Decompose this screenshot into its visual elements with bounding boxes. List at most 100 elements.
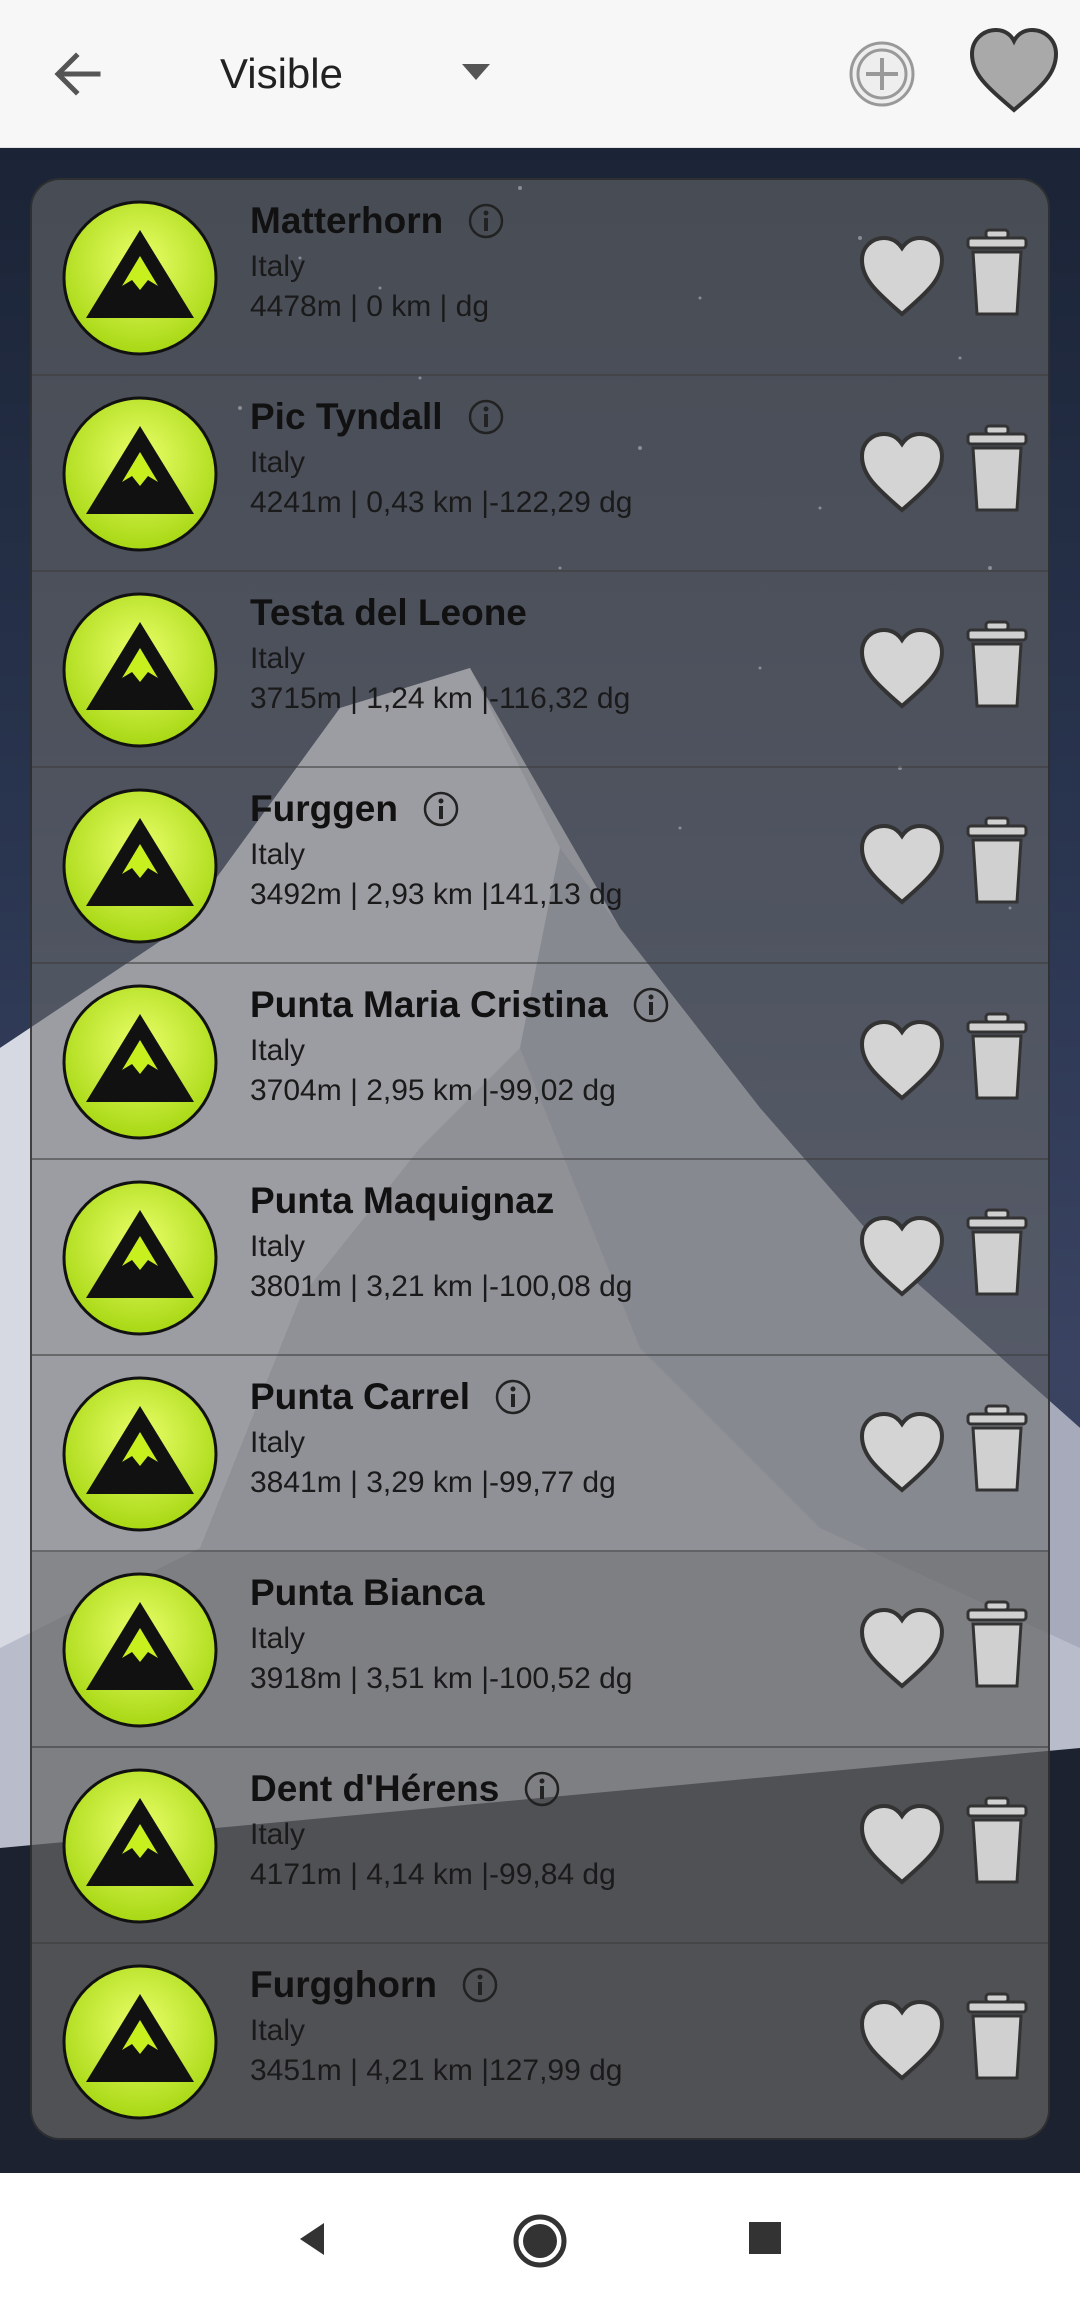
system-navigation-bar bbox=[0, 2173, 1080, 2304]
peak-name: Testa del Leone bbox=[250, 592, 527, 633]
peak-name-line: Pic Tyndall bbox=[250, 392, 505, 442]
info-icon[interactable] bbox=[523, 1770, 561, 1808]
peak-country: Italy bbox=[250, 1818, 306, 1851]
info-icon[interactable] bbox=[632, 986, 670, 1024]
peak-list-item[interactable]: Testa del Leone Italy 3715m | 1,24 km |-11… bbox=[32, 572, 1048, 768]
favorite-heart-icon[interactable] bbox=[856, 1016, 948, 1108]
peak-name-line: Punta Maria Cristina bbox=[250, 980, 670, 1030]
mountain-peak-icon bbox=[60, 590, 220, 750]
mountain-peak-icon bbox=[60, 1178, 220, 1338]
peak-name: Matterhorn bbox=[250, 200, 444, 241]
peak-name: Dent d'Hérens bbox=[250, 1768, 500, 1809]
info-icon[interactable] bbox=[467, 202, 505, 240]
peak-country: Italy bbox=[250, 446, 306, 479]
peak-name-line: Furggen bbox=[250, 784, 460, 834]
peak-name: Pic Tyndall bbox=[250, 396, 443, 437]
favorite-heart-icon[interactable] bbox=[856, 1408, 948, 1500]
favorite-heart-icon[interactable] bbox=[856, 624, 948, 716]
peak-list-item[interactable]: Punta Maria Cristina Italy 3704m | 2,95 km… bbox=[32, 964, 1048, 1160]
peak-details: 3492m | 2,93 km |141,13 dg bbox=[250, 878, 623, 911]
peak-details: 4478m | 0 km | dg bbox=[250, 290, 490, 323]
peak-name: Punta Carrel bbox=[250, 1376, 471, 1417]
favorite-heart-icon[interactable] bbox=[856, 232, 948, 324]
favorite-heart-icon[interactable] bbox=[856, 820, 948, 912]
mountain-peak-icon bbox=[60, 198, 220, 358]
peak-name-line: Furgghorn bbox=[250, 1960, 499, 2010]
peak-name: Punta Bianca bbox=[250, 1572, 485, 1613]
peak-list-item[interactable]: Punta Carrel Italy 3841m | 3,29 km |-99,77… bbox=[32, 1356, 1048, 1552]
favorite-heart-icon[interactable] bbox=[856, 1604, 948, 1696]
peak-name: Furggen bbox=[250, 788, 398, 829]
peak-country: Italy bbox=[250, 1230, 306, 1263]
favorite-heart-icon[interactable] bbox=[856, 1212, 948, 1304]
peak-list-item[interactable]: Matterhorn Italy 4478m | 0 km | dg bbox=[32, 180, 1048, 376]
mountain-peak-icon bbox=[60, 786, 220, 946]
favorite-heart-icon[interactable] bbox=[856, 428, 948, 520]
trash-icon[interactable] bbox=[964, 228, 1030, 318]
peak-country: Italy bbox=[250, 1034, 306, 1067]
top-app-bar: Visible bbox=[0, 0, 1080, 148]
peak-country: Italy bbox=[250, 2014, 306, 2047]
trash-icon[interactable] bbox=[964, 1600, 1030, 1690]
peak-name-line: Punta Bianca bbox=[250, 1568, 484, 1618]
peak-name: Furgghorn bbox=[250, 1964, 438, 2005]
peak-name-line: Punta Carrel bbox=[250, 1372, 532, 1422]
peak-details: 3715m | 1,24 km |-116,32 dg bbox=[250, 682, 631, 715]
trash-icon[interactable] bbox=[964, 816, 1030, 906]
peak-country: Italy bbox=[250, 250, 306, 283]
plus-circle-icon bbox=[849, 41, 915, 107]
peak-list-item[interactable]: Dent d'Hérens Italy 4171m | 4,14 km |-99,8… bbox=[32, 1748, 1048, 1944]
peak-details: 3918m | 3,51 km |-100,52 dg bbox=[250, 1662, 633, 1695]
mountain-peak-icon bbox=[60, 1962, 220, 2122]
peak-country: Italy bbox=[250, 1426, 306, 1459]
peak-list-item[interactable]: Pic Tyndall Italy 4241m | 0,43 km |-122,29… bbox=[32, 376, 1048, 572]
peak-details: 3451m | 4,21 km |127,99 dg bbox=[250, 2054, 623, 2087]
heart-icon bbox=[969, 27, 1059, 113]
peak-country: Italy bbox=[250, 1622, 306, 1655]
peak-list-item[interactable]: Furgghorn Italy 3451m | 4,21 km |127,99 dg bbox=[32, 1944, 1048, 2138]
filter-selected-value: Visible bbox=[220, 50, 343, 97]
back-button[interactable] bbox=[38, 34, 118, 114]
triangle-back-icon[interactable] bbox=[290, 2217, 334, 2261]
info-icon[interactable] bbox=[467, 398, 505, 436]
mountain-peak-icon bbox=[60, 394, 220, 554]
peak-list-item[interactable]: Punta Bianca Italy 3918m | 3,51 km |-100,5… bbox=[32, 1552, 1048, 1748]
mountain-peak-icon bbox=[60, 1374, 220, 1534]
info-icon[interactable] bbox=[422, 790, 460, 828]
arrow-left-icon bbox=[54, 52, 101, 96]
peak-details: 3801m | 3,21 km |-100,08 dg bbox=[250, 1270, 633, 1303]
peak-country: Italy bbox=[250, 838, 306, 871]
peak-name: Punta Maquignaz bbox=[250, 1180, 555, 1221]
favorite-heart-icon[interactable] bbox=[856, 1996, 948, 2088]
add-peak-button[interactable] bbox=[846, 38, 918, 110]
peak-name: Punta Maria Cristina bbox=[250, 984, 608, 1025]
peak-list-item[interactable]: Furggen Italy 3492m | 2,93 km |141,13 dg bbox=[32, 768, 1048, 964]
info-icon[interactable] bbox=[461, 1966, 499, 2004]
info-icon[interactable] bbox=[494, 1378, 532, 1416]
peak-details: 3704m | 2,95 km |-99,02 dg bbox=[250, 1074, 616, 1107]
peak-country: Italy bbox=[250, 642, 306, 675]
peak-list: Matterhorn Italy 4478m | 0 km | dg Pic Tynd… bbox=[30, 178, 1050, 2140]
peak-details: 3841m | 3,29 km |-99,77 dg bbox=[250, 1466, 616, 1499]
trash-icon[interactable] bbox=[964, 620, 1030, 710]
circle-home-icon[interactable] bbox=[512, 2213, 568, 2269]
peak-list-item[interactable]: Punta Maquignaz Italy 3801m | 3,21 km |-10… bbox=[32, 1160, 1048, 1356]
peak-details: 4171m | 4,14 km |-99,84 dg bbox=[250, 1858, 616, 1891]
mountain-peak-icon bbox=[60, 1570, 220, 1730]
square-recents-icon[interactable] bbox=[746, 2219, 784, 2257]
visibility-filter-dropdown[interactable]: Visible bbox=[200, 34, 520, 114]
peak-name-line: Punta Maquignaz bbox=[250, 1176, 554, 1226]
mountain-peak-icon bbox=[60, 982, 220, 1142]
trash-icon[interactable] bbox=[964, 1404, 1030, 1494]
trash-icon[interactable] bbox=[964, 1012, 1030, 1102]
favorites-button[interactable] bbox=[966, 24, 1062, 120]
trash-icon[interactable] bbox=[964, 424, 1030, 514]
trash-icon[interactable] bbox=[964, 1208, 1030, 1298]
peak-details: 4241m | 0,43 km |-122,29 dg bbox=[250, 486, 633, 519]
trash-icon[interactable] bbox=[964, 1992, 1030, 2082]
peak-name-line: Testa del Leone bbox=[250, 588, 527, 638]
chevron-down-icon bbox=[462, 64, 490, 80]
trash-icon[interactable] bbox=[964, 1796, 1030, 1886]
favorite-heart-icon[interactable] bbox=[856, 1800, 948, 1892]
mountain-peak-icon bbox=[60, 1766, 220, 1926]
